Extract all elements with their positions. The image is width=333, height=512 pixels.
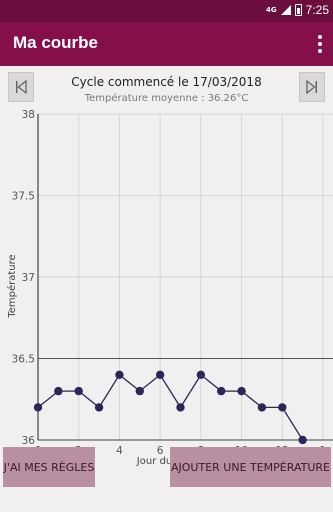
skip-next-icon — [306, 80, 317, 94]
menu-dot — [318, 35, 322, 39]
data-point — [257, 403, 267, 412]
add-temperature-button[interactable]: AJOUTER UNE TEMPÉRATURE — [170, 447, 331, 487]
data-point — [54, 386, 63, 396]
data-point — [74, 386, 83, 396]
data-point — [278, 403, 287, 412]
y-axis-label: Température — [6, 254, 18, 318]
battery-icon — [294, 4, 302, 16]
data-point — [115, 370, 124, 379]
status-icons: 4G 7:25 — [266, 3, 329, 17]
data-point — [217, 386, 226, 396]
signal-icon — [280, 5, 291, 15]
data-point — [155, 370, 165, 379]
data-point — [196, 370, 206, 379]
cycle-start-date: Cycle commencé le 17/03/2018 — [71, 75, 262, 89]
data-point — [135, 386, 144, 396]
periods-button[interactable]: J'AI MES RÈGLES — [3, 447, 95, 487]
app-bar: Ma courbe — [0, 22, 333, 66]
temperature-chart: 3636.53737.5380246810121 Jour du cycle T… — [6, 109, 333, 467]
y-tick-label: 37.5 — [12, 191, 35, 203]
y-tick-label: 36.5 — [12, 354, 35, 366]
status-time: 7:25 — [305, 3, 329, 17]
network-type: 4G — [266, 5, 277, 14]
next-cycle-button[interactable] — [299, 72, 325, 102]
data-point — [176, 403, 185, 412]
status-bar: 4G 7:25 — [0, 0, 333, 22]
data-point — [33, 403, 43, 412]
y-tick-label: 36 — [22, 435, 36, 447]
data-point — [298, 435, 307, 445]
menu-dot — [318, 49, 322, 53]
x-tick-label: 4 — [116, 445, 123, 457]
app-title: Ma courbe — [13, 33, 99, 52]
data-point — [94, 403, 104, 412]
cycle-header: Cycle commencé le 17/03/2018 Température… — [0, 66, 333, 110]
y-tick-label: 38 — [22, 109, 35, 121]
average-temperature: Température moyenne : 36.26°C — [84, 93, 249, 104]
menu-dot — [318, 42, 322, 46]
data-point — [237, 386, 246, 396]
more-vert-icon[interactable] — [317, 35, 323, 53]
y-tick-label: 37 — [22, 272, 35, 284]
